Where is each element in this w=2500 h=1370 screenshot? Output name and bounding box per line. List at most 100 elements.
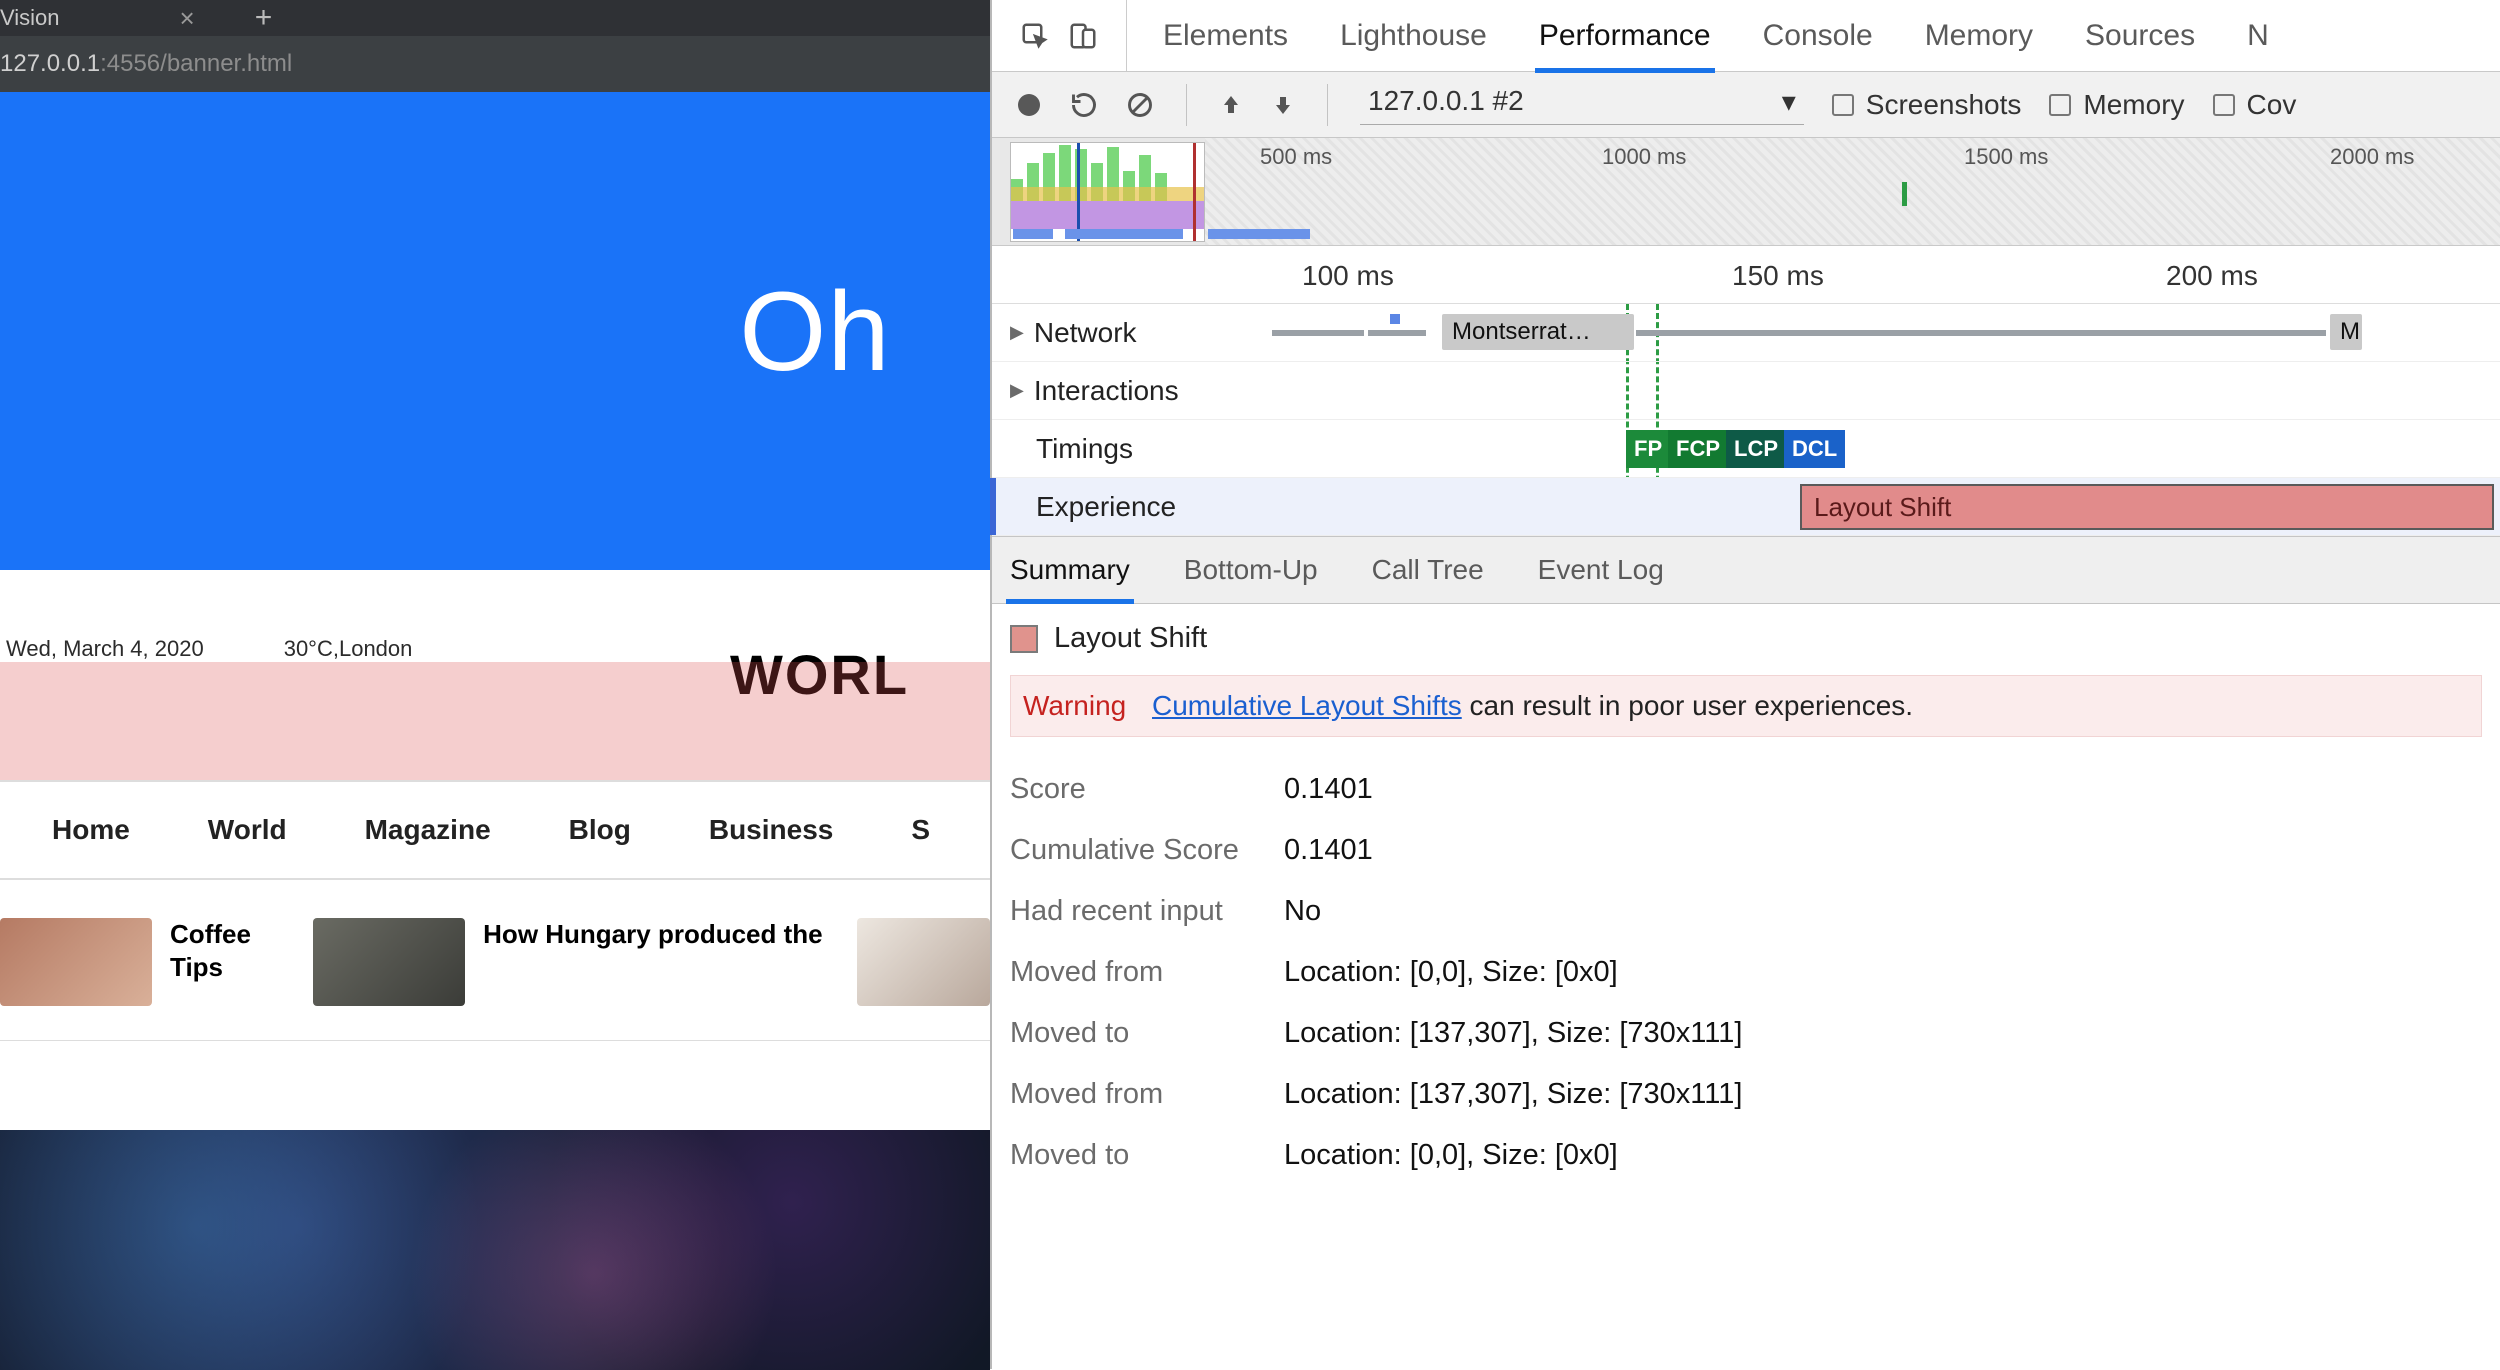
detail-value: Location: [0,0], Size: [0x0] [1284, 956, 1618, 989]
disclosure-triangle-icon[interactable]: ▶ [1010, 322, 1024, 343]
ruler-tick: 150 ms [1732, 260, 1824, 292]
detail-value: Location: [0,0], Size: [0x0] [1284, 1139, 1618, 1172]
overview-tick: 1500 ms [1964, 144, 2048, 170]
detail-key: Cumulative Score [1010, 834, 1262, 867]
tab-console[interactable]: Console [1763, 19, 1873, 53]
detail-header: Layout Shift [1010, 622, 2482, 655]
detail-value: Location: [137,307], Size: [730x111] [1284, 1078, 1742, 1111]
detail-panel: Layout Shift Warning Cumulative Layout S… [992, 604, 2500, 1186]
recording-label: 127.0.0.1 #2 [1368, 85, 1524, 117]
flame-tracks[interactable]: ▶Network Montserrat… M ▶Interactions Tim… [992, 304, 2500, 536]
color-swatch [1010, 625, 1038, 653]
subtab-eventlog[interactable]: Event Log [1538, 554, 1664, 586]
performance-toolbar: 127.0.0.1 #2 ▾ Screenshots Memory Cov [992, 72, 2500, 138]
ticker-thumb[interactable] [313, 918, 465, 1006]
nav-more[interactable]: S [911, 814, 930, 846]
inspect-icon[interactable] [1020, 21, 1050, 51]
save-profile-icon[interactable] [1271, 93, 1295, 117]
ticker-thumb[interactable] [0, 918, 152, 1006]
new-tab-icon[interactable]: + [235, 1, 273, 35]
browser-tab[interactable]: Vision × [0, 3, 235, 34]
browser-tab-strip: Vision × + [0, 0, 990, 36]
tab-title: Vision [0, 5, 60, 31]
subtab-summary[interactable]: Summary [1010, 554, 1130, 586]
devtools-panel: Elements Lighthouse Performance Console … [990, 0, 2500, 1369]
separator [1327, 84, 1328, 126]
address-bar[interactable]: 127.0.0.1:4556/banner.html [0, 36, 990, 92]
tab-sources[interactable]: Sources [2085, 19, 2195, 53]
warning-label: Warning [1023, 690, 1126, 721]
chevron-down-icon: ▾ [1782, 85, 1796, 118]
ticker-thumb[interactable] [857, 918, 990, 1006]
page-date: Wed, March 4, 2020 [6, 636, 204, 662]
timeline-overview[interactable]: 500 ms 1000 ms 1500 ms 2000 ms [992, 138, 2500, 246]
detail-row: Moved to Location: [0,0], Size: [0x0] [1010, 1125, 2482, 1186]
page-weather: 30°C,London [284, 636, 413, 662]
tab-memory[interactable]: Memory [1925, 19, 2033, 53]
separator [1186, 84, 1187, 126]
disclosure-triangle-icon[interactable]: ▶ [1010, 380, 1024, 401]
ruler-tick: 100 ms [1302, 260, 1394, 292]
track-network[interactable]: ▶Network Montserrat… M [992, 304, 2500, 362]
track-timings[interactable]: Timings FP FCP LCP DCL [992, 420, 2500, 478]
url: 127.0.0.1:4556/banner.html [0, 50, 292, 78]
close-icon[interactable]: × [180, 3, 195, 34]
ticker-title[interactable]: How Hungary produced the [483, 918, 839, 951]
tab-more[interactable]: N [2247, 19, 2269, 53]
nav-blog[interactable]: Blog [569, 814, 631, 846]
experience-layout-shift[interactable]: Layout Shift [1800, 484, 2494, 530]
overview-minimap[interactable] [1010, 142, 1205, 242]
record-icon[interactable] [1016, 92, 1042, 118]
detail-title: Layout Shift [1054, 622, 1207, 655]
page-ticker: Coffee Tips How Hungary produced the [0, 918, 990, 1041]
overview-tick: 1000 ms [1602, 144, 1686, 170]
warning-link[interactable]: Cumulative Layout Shifts [1152, 690, 1462, 721]
memory-checkbox[interactable]: Memory [2049, 89, 2184, 121]
network-request[interactable]: Montserrat… [1442, 314, 1634, 350]
timing-dcl[interactable]: DCL [1784, 430, 1845, 468]
ticker-title[interactable]: Coffee Tips [170, 918, 295, 983]
timing-fp[interactable]: FP [1626, 430, 1670, 468]
subtab-calltree[interactable]: Call Tree [1372, 554, 1484, 586]
flame-ruler[interactable]: 100 ms 150 ms 200 ms [992, 246, 2500, 304]
detail-value: 0.1401 [1284, 773, 1373, 806]
banner-text: Oh [739, 267, 890, 396]
devtools-tabstrip: Elements Lighthouse Performance Console … [992, 0, 2500, 72]
nav-world[interactable]: World [208, 814, 287, 846]
detail-value: No [1284, 895, 1321, 928]
nav-magazine[interactable]: Magazine [365, 814, 491, 846]
track-experience[interactable]: Experience Layout Shift [992, 478, 2500, 536]
screenshots-checkbox[interactable]: Screenshots [1832, 89, 2022, 121]
overview-tick: 500 ms [1260, 144, 1332, 170]
device-icon[interactable] [1068, 21, 1098, 51]
page-nav: Home World Magazine Blog Business S [0, 780, 990, 880]
detail-row: Moved from Location: [137,307], Size: [73… [1010, 1064, 2482, 1125]
load-profile-icon[interactable] [1219, 93, 1243, 117]
nav-business[interactable]: Business [709, 814, 834, 846]
page-banner: Oh [0, 92, 990, 570]
warning-text: can result in poor user experiences. [1462, 690, 1913, 721]
track-interactions[interactable]: ▶Interactions [992, 362, 2500, 420]
detail-row: Moved fromLocation: [0,0], Size: [0x0] [1010, 942, 2482, 1003]
detail-key: Moved from [1010, 1078, 1262, 1111]
nav-home[interactable]: Home [52, 814, 130, 846]
overview-tick: 2000 ms [2330, 144, 2414, 170]
recording-select[interactable]: 127.0.0.1 #2 ▾ [1360, 85, 1804, 125]
tab-elements[interactable]: Elements [1163, 19, 1288, 53]
subtab-bottomup[interactable]: Bottom-Up [1184, 554, 1318, 586]
detail-row: Cumulative Score 0.1401 [1010, 820, 2482, 881]
tab-performance[interactable]: Performance [1539, 19, 1711, 53]
reload-icon[interactable] [1070, 91, 1098, 119]
detail-key: Moved to [1010, 1139, 1262, 1172]
detail-row: Had recent inputNo [1010, 881, 2482, 942]
coverage-checkbox[interactable]: Cov [2213, 89, 2297, 121]
detail-row: Score0.1401 [1010, 759, 2482, 820]
tab-lighthouse[interactable]: Lighthouse [1340, 19, 1487, 53]
detail-key: Moved to [1010, 1017, 1262, 1050]
network-request[interactable]: M [2330, 314, 2362, 350]
timing-lcp[interactable]: LCP [1726, 430, 1786, 468]
detail-value: 0.1401 [1284, 834, 1373, 867]
clear-icon[interactable] [1126, 91, 1154, 119]
detail-value: Location: [137,307], Size: [730x111] [1284, 1017, 1742, 1050]
timing-fcp[interactable]: FCP [1668, 430, 1728, 468]
